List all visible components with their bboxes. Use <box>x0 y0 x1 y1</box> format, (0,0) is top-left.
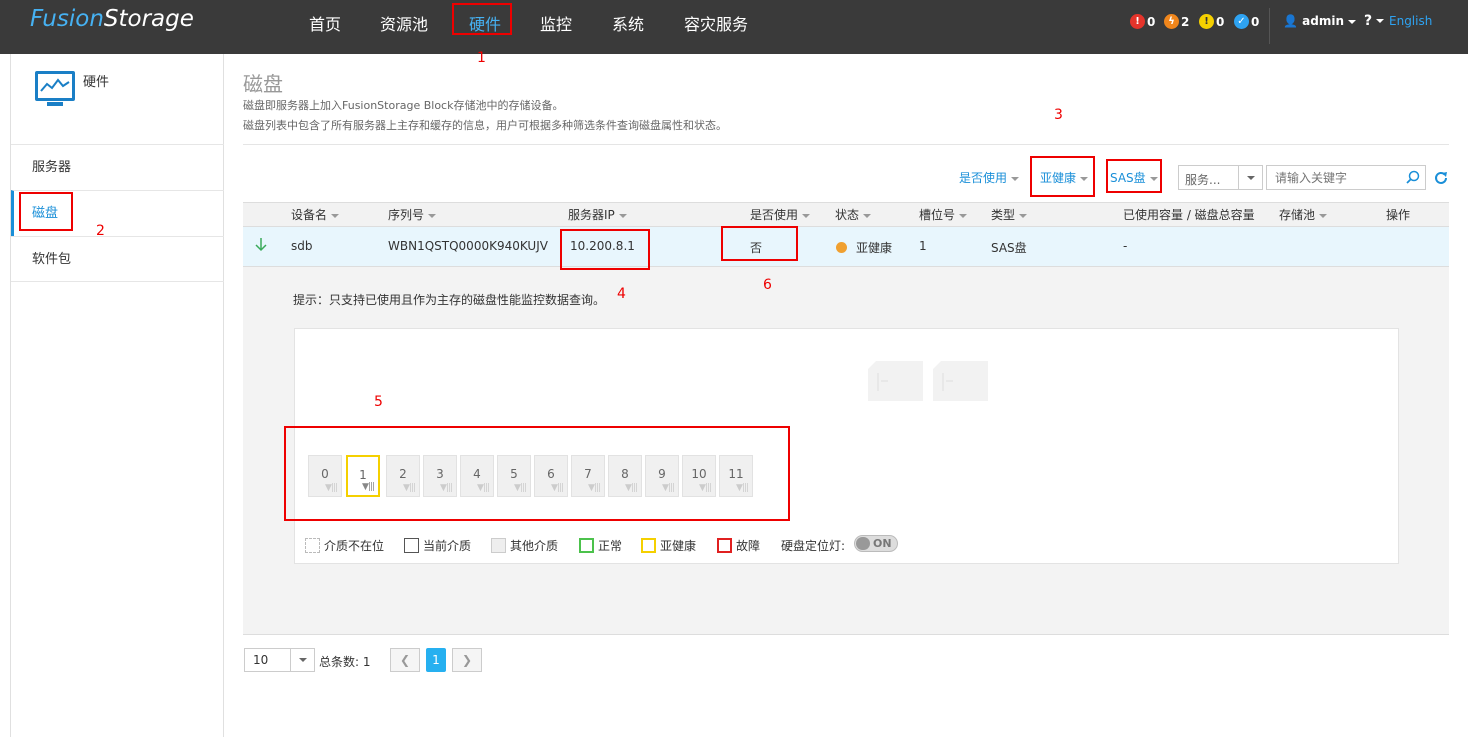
total-count: 总条数: 1 <box>319 655 371 669</box>
chevron-down-icon <box>1238 166 1262 189</box>
legend-absent: 介质不在位 <box>305 537 384 554</box>
annotation-box-5 <box>284 426 790 521</box>
server-select[interactable]: 服务... <box>1178 165 1263 190</box>
minor-alarm[interactable]: ! 0 <box>1199 14 1224 29</box>
toggle-knob <box>856 537 870 550</box>
help-menu[interactable]: ? <box>1364 13 1385 29</box>
warning-alarm-icon: ✓ <box>1234 14 1249 29</box>
annotation-label-2: 2 <box>96 223 105 239</box>
refresh-icon[interactable] <box>1433 170 1449 186</box>
column-server-ip[interactable]: 服务器IP <box>568 206 627 223</box>
column-status[interactable]: 状态 <box>835 206 872 223</box>
column-actions: 操作 <box>1386 208 1411 222</box>
user-icon: 👤 <box>1283 14 1298 28</box>
logo: FusionStorage <box>30 6 194 32</box>
locate-light-toggle[interactable]: ON <box>854 535 898 552</box>
annotation-box-1 <box>452 3 512 35</box>
monitor-stand <box>47 102 63 106</box>
hint-text: 提示：只支持已使用且作为主存的磁盘性能监控数据查询。 <box>293 293 606 307</box>
language-switch[interactable]: English <box>1389 14 1432 28</box>
nav-disaster-recovery[interactable]: 容灾服务 <box>684 11 748 35</box>
sidebar-item-software-packages[interactable]: 软件包 <box>11 236 224 282</box>
legend-subhealth: 亚健康 <box>641 537 696 554</box>
cell-capacity: - <box>1123 239 1128 253</box>
in-use-filter[interactable]: 是否使用 <box>959 169 1020 186</box>
annotation-box-3b <box>1106 159 1162 193</box>
column-slot[interactable]: 槽位号 <box>919 206 968 223</box>
nav-monitor[interactable]: 监控 <box>540 11 572 35</box>
cell-device: sdb <box>291 239 313 253</box>
nav-system[interactable]: 系统 <box>612 11 644 35</box>
cell-serial: WBN1QSTQ0000K940KUJV <box>388 239 548 253</box>
cell-type: SAS盘 <box>991 241 1027 255</box>
chevron-down-icon <box>290 649 314 671</box>
sidebar: 硬件 服务器 磁盘 软件包 <box>10 54 224 737</box>
sidebar-title: 硬件 <box>83 75 110 90</box>
warning-alarm[interactable]: ✓ 0 <box>1234 14 1259 29</box>
annotation-box-4 <box>560 229 650 270</box>
expand-arrow-icon[interactable] <box>254 236 268 252</box>
annotation-label-1: 1 <box>477 50 486 66</box>
top-bar: FusionStorage 首页 资源池 硬件 监控 系统 容灾服务 ! 0 ϟ2… <box>0 0 1468 54</box>
nav-home[interactable]: 首页 <box>309 11 341 35</box>
annotation-label-6: 6 <box>763 277 772 293</box>
status-dot-icon <box>836 242 847 253</box>
page-title: 磁盘 <box>243 72 283 96</box>
annotation-box-2 <box>19 192 73 231</box>
major-alarm-icon: ϟ <box>1164 14 1179 29</box>
locate-light-label: 硬盘定位灯: <box>781 539 846 553</box>
column-storage-pool[interactable]: 存储池 <box>1279 206 1328 223</box>
page-1-button[interactable]: 1 <box>426 648 446 672</box>
annotation-label-4: 4 <box>617 286 626 302</box>
prev-page-button[interactable]: ❮ <box>390 648 420 672</box>
next-page-button[interactable]: ❯ <box>452 648 482 672</box>
legend-normal: 正常 <box>579 537 622 554</box>
page-size-select[interactable]: 10 <box>244 648 315 672</box>
enclosure-disk-icon <box>933 361 988 401</box>
annotation-label-3: 3 <box>1054 107 1063 123</box>
column-device-name[interactable]: 设备名 <box>291 206 340 223</box>
sidebar-item-servers[interactable]: 服务器 <box>11 144 224 190</box>
nav-resource-pool[interactable]: 资源池 <box>380 11 428 35</box>
cell-slot: 1 <box>919 239 927 253</box>
column-type[interactable]: 类型 <box>991 206 1028 223</box>
minor-alarm-icon: ! <box>1199 14 1214 29</box>
page-description-2: 磁盘列表中包含了所有服务器上主存和缓存的信息，用户可根据多种筛选条件查询磁盘属性… <box>243 119 727 132</box>
search-icon[interactable] <box>1406 170 1420 184</box>
column-capacity: 已使用容量 / 磁盘总容量 <box>1123 208 1255 222</box>
critical-alarm-icon: ! <box>1130 14 1145 29</box>
column-serial[interactable]: 序列号 <box>388 206 437 223</box>
annotation-box-3a <box>1030 156 1095 197</box>
legend-current: 当前介质 <box>404 537 471 554</box>
column-in-use[interactable]: 是否使用 <box>750 206 811 223</box>
search-input[interactable] <box>1266 165 1426 190</box>
annotation-box-6 <box>721 226 798 261</box>
header-divider-line <box>243 144 1449 145</box>
legend-other: 其他介质 <box>491 537 558 554</box>
annotation-label-5: 5 <box>374 394 383 410</box>
hardware-monitor-icon <box>35 71 75 101</box>
major-alarm[interactable]: ϟ2 <box>1164 14 1189 29</box>
cell-status: 亚健康 <box>856 241 893 255</box>
legend-fault: 故障 <box>717 537 760 554</box>
user-menu[interactable]: 👤 admin <box>1283 14 1356 28</box>
page-description-1: 磁盘即服务器上加入FusionStorage Block存储池中的存储设备。 <box>243 99 564 112</box>
enclosure-disk-icon <box>868 361 923 401</box>
header-divider <box>1269 8 1270 44</box>
critical-alarm[interactable]: ! 0 <box>1130 14 1155 29</box>
